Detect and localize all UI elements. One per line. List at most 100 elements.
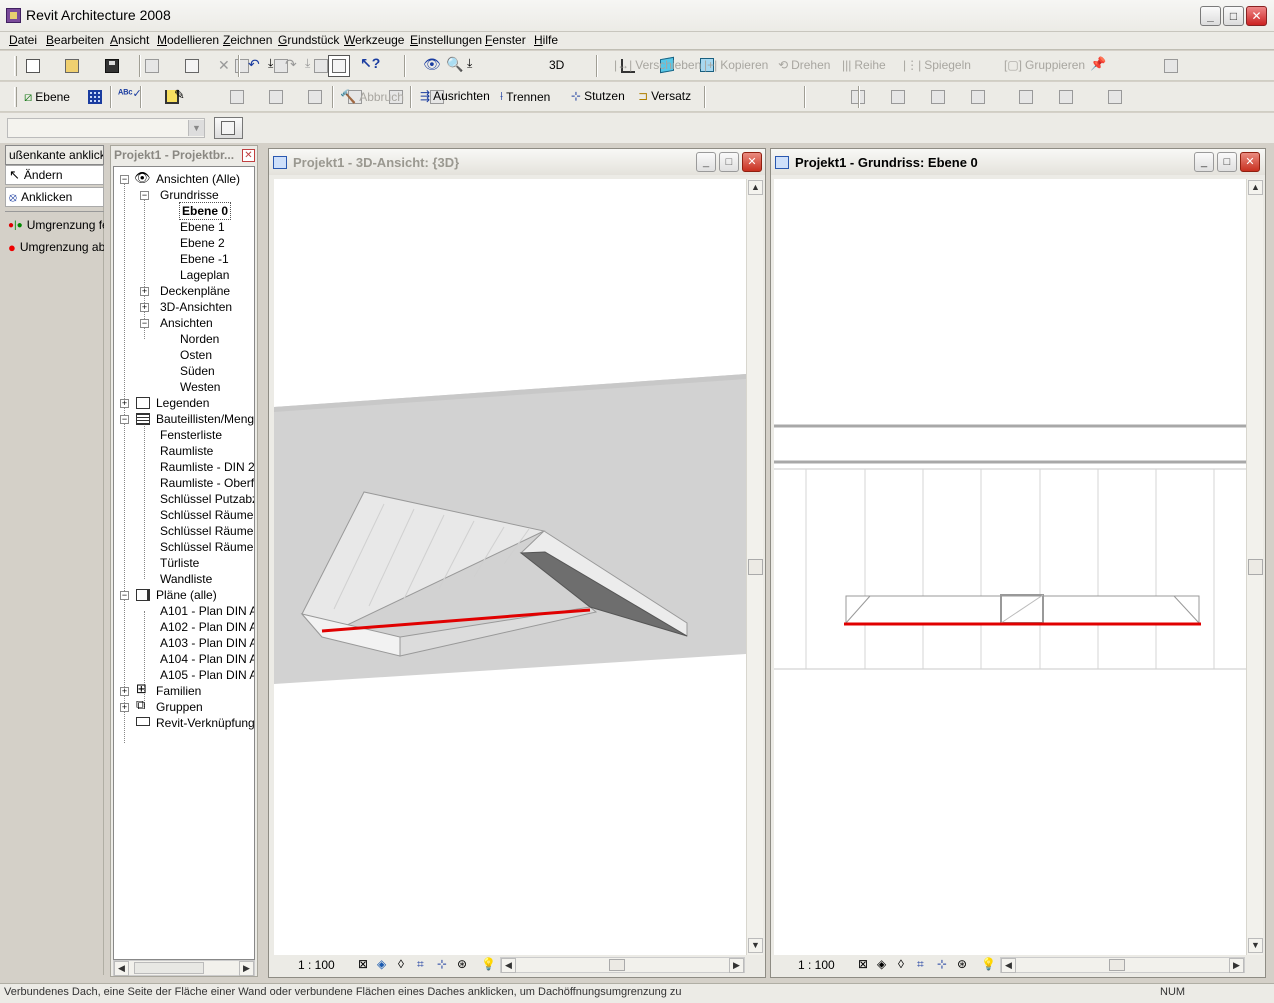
delete-icon[interactable]: ✕ (218, 57, 230, 74)
scroll-right-icon[interactable]: ▶ (239, 961, 254, 976)
zoom-dropdown-icon[interactable]: ⤓ (467, 56, 472, 71)
help-icon[interactable]: ↖? (360, 55, 380, 72)
menu-fenster[interactable]: Fenster (483, 33, 528, 47)
menu-hilfe[interactable]: Hilfe (532, 33, 560, 47)
save-icon[interactable] (105, 59, 120, 73)
zoom-icon[interactable]: 🔍 (446, 56, 463, 73)
versatz-button[interactable]: ⊐ Versatz (638, 89, 691, 103)
reveal-hidden-icon[interactable]: 💡 (481, 957, 496, 971)
view-3d-maximize[interactable]: □ (719, 152, 739, 172)
view-3d-canvas[interactable] (274, 179, 746, 955)
dropdown-arrow-icon[interactable]: ▼ (188, 120, 204, 136)
browser-hscrollbar[interactable]: ◀ ▶ (113, 960, 255, 976)
view-plan-scale[interactable]: 1 : 100 (798, 958, 835, 972)
umgrenzung-abbrechen-button[interactable]: ● Umgrenzung ab (5, 237, 104, 257)
new-file-icon[interactable] (26, 59, 40, 73)
view-3d-hscrollbar[interactable]: ◀ ▶ (500, 957, 745, 973)
redo-dropdown-icon[interactable]: ⤓ (305, 56, 310, 71)
tree-3d-ansichten[interactable]: 3D-Ansichten (160, 299, 232, 315)
scroll-left-icon[interactable]: ◀ (501, 958, 516, 973)
move-to-level-icon[interactable] (1018, 90, 1033, 104)
tree-a101[interactable]: A101 - Plan DIN A0 (160, 603, 254, 619)
tree-raumliste-din[interactable]: Raumliste - DIN 277 (160, 459, 254, 475)
tree-westen[interactable]: Westen (180, 379, 220, 395)
crop-visible-icon[interactable]: ⊹ (937, 957, 947, 971)
3d-label[interactable]: 3D (549, 58, 564, 72)
expand-toggle[interactable]: + (140, 287, 149, 296)
scroll-left-icon[interactable]: ◀ (114, 961, 129, 976)
shadows-icon[interactable]: ◊ (898, 957, 904, 971)
collapse-toggle[interactable]: − (140, 319, 149, 328)
open-folder-icon[interactable] (65, 59, 80, 73)
paint-icon[interactable] (230, 90, 245, 104)
crop-visible-icon[interactable]: ⊹ (437, 957, 447, 971)
tree-schluessel-raeume-a[interactable]: Schlüssel Räume Ar (160, 507, 254, 523)
tree-schluessel-raeume-d[interactable]: Schlüssel Räume D (160, 523, 254, 539)
redo-icon[interactable]: ↷ (285, 56, 297, 73)
tree-a104[interactable]: A104 - Plan DIN A3 (160, 651, 254, 667)
expand-toggle[interactable]: + (120, 703, 129, 712)
expand-toggle[interactable]: + (120, 687, 129, 696)
gruppieren-button[interactable]: [▢] Gruppieren (1004, 58, 1085, 72)
view-3d-close[interactable]: ✕ (742, 152, 762, 172)
umgrenzung-fertigstellen-button[interactable]: ●|● Umgrenzung fe (5, 215, 104, 235)
menu-werkzeuge[interactable]: Werkzeuge (342, 33, 406, 47)
scroll-thumb[interactable] (609, 959, 625, 971)
tree-ebene-2[interactable]: Ebene 2 (180, 235, 225, 251)
tree-tuerliste[interactable]: Türliste (160, 555, 199, 571)
crop-icon[interactable]: ⌗ (917, 957, 924, 972)
join-icon[interactable] (269, 90, 284, 104)
scroll-thumb[interactable] (1248, 559, 1263, 575)
spellcheck-icon[interactable]: ᴬᴮᶜ✓ (118, 87, 142, 100)
tree-plaene[interactable]: Pläne (alle) (156, 587, 217, 603)
tree-osten[interactable]: Osten (180, 347, 212, 363)
properties-button[interactable] (214, 117, 243, 139)
tree-wandliste[interactable]: Wandliste (160, 571, 212, 587)
view-eye-icon[interactable]: 👁 (423, 56, 441, 73)
scroll-right-icon[interactable]: ▶ (729, 958, 744, 973)
view-plan-maximize[interactable]: □ (1217, 152, 1237, 172)
pin-icon[interactable]: 📌 (1090, 56, 1106, 72)
abbruch-button[interactable]: 🔨 Abbruch (340, 89, 404, 105)
tree-fensterliste[interactable]: Fensterliste (160, 427, 222, 443)
view-plan-close[interactable]: ✕ (1240, 152, 1260, 172)
hide-isolate-icon[interactable]: ⊛ (957, 957, 967, 971)
tree-a103[interactable]: A103 - Plan DIN A2 (160, 635, 254, 651)
tree-raumliste-oberflaeche[interactable]: Raumliste - Oberfläc (160, 475, 254, 491)
undo-dropdown-icon[interactable]: ⤓ (268, 56, 273, 71)
view-3d-titlebar[interactable]: Projekt1 - 3D-Ansicht: {3D} (269, 149, 765, 175)
expand-toggle[interactable]: + (120, 399, 129, 408)
tree-ansichten-alle[interactable]: Ansichten (Alle) (156, 171, 240, 187)
rotate-level-icon[interactable] (1058, 90, 1073, 104)
scroll-up-icon[interactable]: ▲ (748, 180, 763, 195)
view-plan-hscrollbar[interactable]: ◀ ▶ (1000, 957, 1245, 973)
scroll-right-icon[interactable]: ▶ (1229, 958, 1244, 973)
type-selector[interactable]: ▼ (7, 118, 205, 138)
menu-datei[interactable]: Datei (7, 33, 39, 47)
tree-ebene-minus1[interactable]: Ebene -1 (180, 251, 229, 267)
ebene-button[interactable]: ⧄ Ebene (24, 89, 70, 105)
tree-familien[interactable]: Familien (156, 683, 201, 699)
view-3d-minimize[interactable]: _ (696, 152, 716, 172)
drehen-button[interactable]: ⟲ Drehen (778, 58, 830, 72)
maximize-button[interactable]: □ (1223, 6, 1244, 26)
tree-a105[interactable]: A105 - Plan DIN A4 (160, 667, 254, 683)
toolbar-grip-2[interactable] (14, 87, 17, 107)
ausrichten-button[interactable]: ⇶ Ausrichten (420, 89, 490, 103)
print-icon[interactable] (185, 59, 200, 73)
verschieben-button[interactable]: |↔| Verschieben (614, 58, 701, 72)
tree-legenden[interactable]: Legenden (156, 395, 209, 411)
menu-modellieren[interactable]: Modellieren (155, 33, 221, 47)
unjoin-icon[interactable] (308, 90, 323, 104)
detail-level-icon[interactable]: ⊠ (858, 957, 868, 971)
tree-grundrisse[interactable]: Grundrisse (160, 187, 219, 203)
crop-icon[interactable]: ⌗ (417, 957, 424, 972)
paste-icon[interactable] (314, 59, 329, 73)
menu-zeichnen[interactable]: Zeichnen (221, 33, 274, 47)
reveal-hidden-icon[interactable]: 💡 (981, 957, 996, 971)
scroll-thumb[interactable] (134, 962, 204, 974)
undo-icon[interactable]: ↶ (248, 56, 260, 73)
tree-sueden[interactable]: Süden (180, 363, 215, 379)
tree-gruppen[interactable]: Gruppen (156, 699, 203, 715)
scroll-thumb[interactable] (748, 559, 763, 575)
